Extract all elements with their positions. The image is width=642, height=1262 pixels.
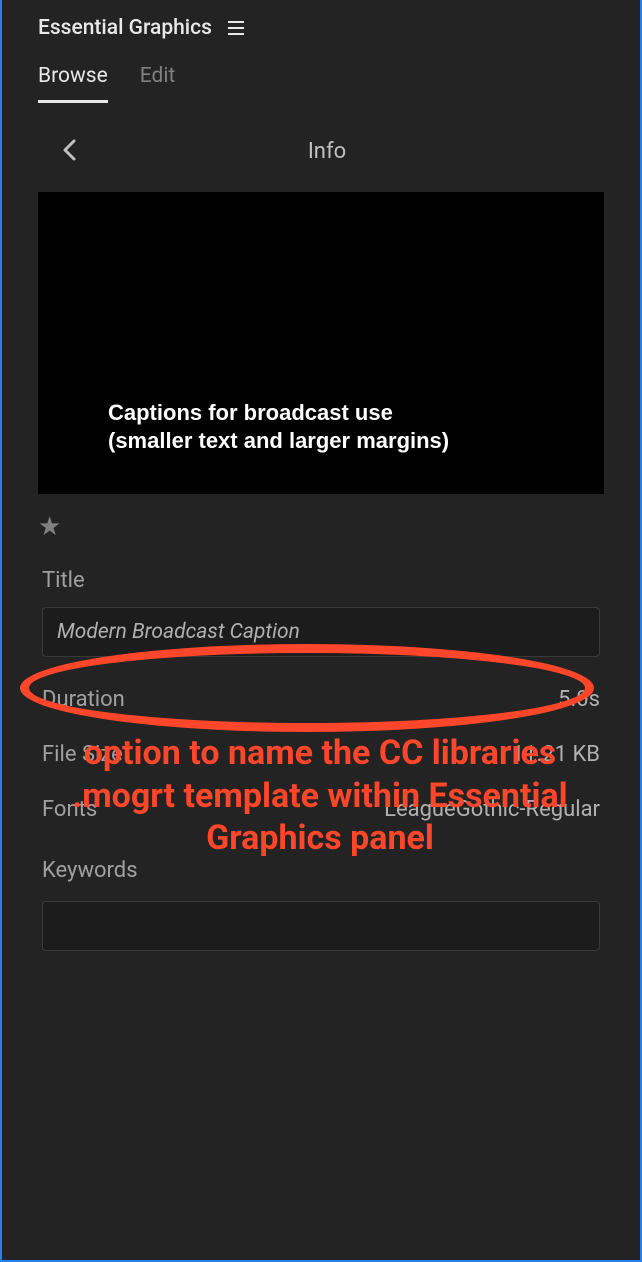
preview-caption-line1: Captions for broadcast use [108,399,604,427]
favorite-star-icon[interactable]: ★ [38,512,61,542]
fonts-row: Fonts LeagueGothic-Regular [42,797,600,822]
filesize-value: 11.21 KB [512,742,600,767]
title-label: Title [42,568,600,593]
fonts-label: Fonts [42,797,97,822]
info-content: Title Duration 5.0s File Size 11.21 KB F… [2,542,640,951]
tab-bar: Browse Edit [2,56,640,103]
preview-caption-line2: (smaller text and larger margins) [108,427,604,455]
duration-value: 5.0s [558,687,600,712]
essential-graphics-panel: Essential Graphics Browse Edit Info Capt… [0,0,642,1262]
template-preview: Captions for broadcast use (smaller text… [38,192,604,494]
tab-browse[interactable]: Browse [38,64,108,103]
duration-label: Duration [42,687,125,712]
panel-header: Essential Graphics [2,0,640,56]
back-chevron-icon[interactable] [62,135,76,168]
title-input[interactable] [42,607,600,657]
panel-title: Essential Graphics [38,16,212,40]
fonts-value: LeagueGothic-Regular [384,797,600,822]
keywords-input[interactable] [42,901,600,951]
info-header: Info [2,103,640,192]
keywords-label: Keywords [42,858,600,883]
panel-menu-icon[interactable] [228,21,244,35]
duration-row: Duration 5.0s [42,687,600,712]
filesize-row: File Size 11.21 KB [42,742,600,767]
favorite-row: ★ [2,494,640,542]
tab-edit[interactable]: Edit [140,64,176,103]
info-title: Info [50,139,604,164]
filesize-label: File Size [42,742,123,767]
